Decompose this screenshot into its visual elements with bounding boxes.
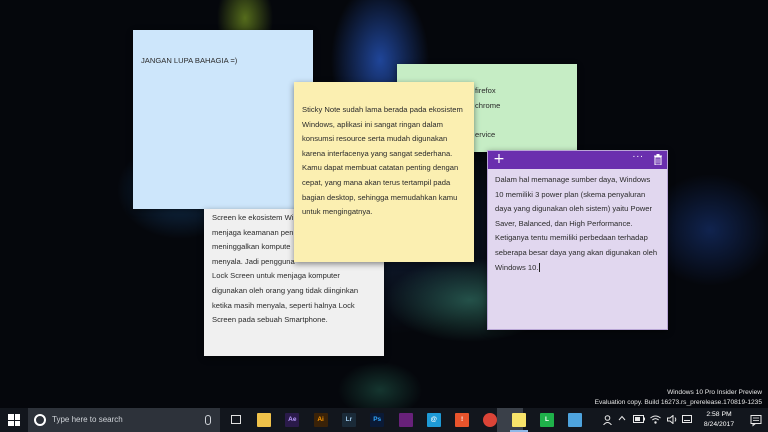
note-green-line (475, 113, 569, 128)
taskbar-app-chrome-icon[interactable] (483, 413, 498, 427)
new-note-button[interactable]: + (492, 152, 506, 167)
action-center-icon[interactable] (749, 413, 763, 427)
taskbar-app-file-explorer-icon[interactable] (257, 413, 271, 427)
taskbar-app-app-orange-icon[interactable]: ! (455, 413, 470, 427)
note-yellow-line: Windows, aplikasi ini sangat ringan dala… (302, 119, 443, 129)
note-blue-text[interactable]: JANGAN LUPA BAHAGIA =) (141, 54, 305, 69)
taskbar-app-sticky-notes-icon[interactable] (509, 413, 528, 432)
taskbar-app-after-effects-icon[interactable]: Ae (285, 413, 300, 427)
note-purple-line: Dalam hal memanage sumber daya, Windows (495, 175, 651, 184)
sticky-note-yellow[interactable]: Sticky Note sudah lama berada pada ekosi… (294, 82, 474, 262)
build-watermark: Windows 10 Pro Insider Preview Evaluatio… (595, 388, 762, 408)
note-purple-line: 10 memiliki 3 power plan (skema penyalur… (495, 189, 646, 199)
note-purple-body[interactable]: Dalam hal memanage sumber daya, Windows … (488, 169, 667, 275)
sticky-note-purple[interactable]: + ··· Dalam hal memanage sumber daya, Wi… (487, 150, 668, 330)
note-yellow-line: karena interfacenya yang sangat sederhan… (302, 148, 453, 158)
people-icon[interactable] (603, 415, 612, 426)
taskbar: Type here to search Ae Ai Lr Ps @! L 2:58 PM … (0, 408, 768, 432)
note-yellow-line: Sticky Note sudah lama berada pada ekosi… (302, 105, 463, 114)
note-purple-line: Ketiganya tentu memiliki perbedaan terha… (495, 233, 648, 243)
task-view-button[interactable] (226, 408, 246, 432)
note-header[interactable]: + ··· (488, 151, 667, 169)
sticky-note-blue[interactable]: JANGAN LUPA BAHAGIA =) (133, 30, 313, 209)
wifi-icon[interactable] (650, 415, 661, 425)
note-gray-line: ketika masih menyala, seperti halnya Loc… (212, 300, 355, 310)
text-cursor (539, 263, 541, 273)
trash-icon[interactable] (654, 154, 662, 165)
note-yellow-line: Kamu dapat membuat catatan penting denga… (302, 163, 459, 173)
note-purple-line: Windows 10. (495, 262, 539, 272)
note-yellow-line: cepat, yang mana akan terus tertampil pa… (302, 177, 451, 187)
note-yellow-body[interactable]: Sticky Note sudah lama berada pada ekosi… (302, 103, 466, 220)
clock-time: 2:58 PM (706, 411, 732, 418)
note-purple-line-last: Windows 10. (495, 261, 659, 276)
taskbar-app-app-blue-icon[interactable] (568, 413, 583, 427)
battery-icon[interactable] (633, 415, 645, 425)
volume-icon[interactable] (667, 414, 678, 425)
search-placeholder: Type here to search (52, 415, 123, 424)
note-gray-line: Lock Screen untuk menjaga komputer (212, 271, 340, 281)
taskbar-app-line-icon[interactable]: L (540, 413, 554, 427)
microphone-icon[interactable] (205, 415, 211, 425)
note-purple-line: Saver, Balanced, dan High Performance. (495, 218, 633, 228)
start-button[interactable] (0, 408, 28, 432)
note-yellow-line: untuk mengingatnya. (302, 207, 373, 217)
search-box[interactable]: Type here to search (28, 408, 220, 432)
note-gray-line: Screen pada sebuah Smartphone. (212, 315, 328, 325)
clock-date: 8/24/2017 (703, 421, 735, 428)
note-purple-line: seberapa besar daya yang akan digunakan … (495, 247, 658, 257)
desktop-wallpaper: JANGAN LUPA BAHAGIA =) firefox chrome er… (0, 0, 768, 408)
chevron-up-icon[interactable] (618, 414, 626, 424)
cortana-icon (34, 414, 46, 426)
taskbar-app-visual-studio-icon[interactable] (398, 413, 413, 427)
watermark-edition: Windows 10 Pro Insider Preview (667, 389, 762, 396)
watermark-build: Evaluation copy. Build 16273.rs_prerelea… (594, 399, 762, 406)
taskbar-app-illustrator-icon[interactable]: Ai (313, 413, 328, 427)
taskbar-app-lightroom-icon[interactable]: Lr (341, 413, 356, 427)
note-yellow-line: bagian desktop, sehingga memudahkan kamu (302, 192, 458, 202)
more-options-button[interactable]: ··· (631, 151, 645, 166)
taskbar-app-photoshop-icon[interactable]: Ps (370, 413, 385, 427)
note-green-line: chrome (475, 100, 501, 110)
note-gray-line: digunakan oleh orang yang tidak diingink… (212, 285, 359, 295)
task-view-icon (231, 415, 241, 424)
taskbar-app-mail-icon[interactable]: @ (426, 413, 441, 427)
note-green-line: firefox (475, 86, 496, 95)
note-yellow-line: konsumsi resource serta mudah digunakan (302, 134, 448, 144)
note-green-line: ervice (475, 129, 496, 139)
note-purple-line: daya yang digunakan oleh sistem) yaitu P… (495, 204, 653, 214)
system-clock[interactable]: 2:58 PM 8/24/2017 (692, 410, 746, 430)
windows-logo-icon (8, 414, 20, 426)
keyboard-icon[interactable] (682, 415, 692, 425)
